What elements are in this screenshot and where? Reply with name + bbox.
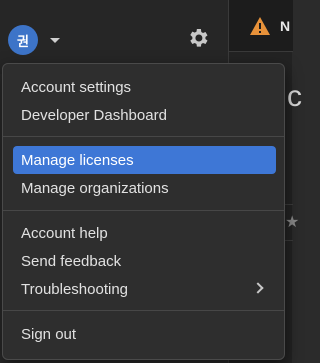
background-heading-fragment: c (287, 80, 302, 113)
gear-icon[interactable] (186, 26, 210, 50)
menu-item-account-settings[interactable]: Account settings (13, 73, 276, 101)
menu-item-account-help[interactable]: Account help (13, 219, 276, 247)
menu-item-label: Manage organizations (21, 179, 169, 197)
menu-item-manage-organizations[interactable]: Manage organizations (13, 174, 276, 202)
menu-item-troubleshooting[interactable]: Troubleshooting (13, 275, 276, 303)
menu-item-send-feedback[interactable]: Send feedback (13, 247, 276, 275)
star-icon: ★ (285, 214, 300, 231)
menu-item-label: Account settings (21, 78, 132, 96)
account-menu-button[interactable]: 권 (8, 24, 68, 56)
menu-item-label: Developer Dashboard (21, 106, 167, 124)
account-dropdown-menu: Account settings Developer Dashboard Man… (2, 63, 285, 360)
menu-item-label: Sign out (21, 325, 77, 343)
menu-divider (3, 310, 284, 311)
warning-triangle-icon (250, 17, 270, 35)
menu-divider (3, 136, 284, 137)
menu-item-sign-out[interactable]: Sign out (13, 320, 276, 348)
warning-strip: N (229, 0, 293, 52)
menu-item-label: Send feedback (21, 252, 122, 270)
avatar[interactable]: 권 (8, 25, 38, 55)
menu-item-developer-dashboard[interactable]: Developer Dashboard (13, 101, 276, 129)
warning-text: N (280, 18, 291, 34)
menu-divider (3, 210, 284, 211)
menu-item-label: Troubleshooting (21, 280, 129, 298)
menu-item-label: Manage licenses (21, 151, 134, 169)
chevron-right-icon (252, 282, 264, 294)
menu-item-manage-licenses[interactable]: Manage licenses (13, 146, 276, 174)
chevron-down-icon[interactable] (50, 37, 60, 43)
menu-item-label: Account help (21, 224, 108, 242)
